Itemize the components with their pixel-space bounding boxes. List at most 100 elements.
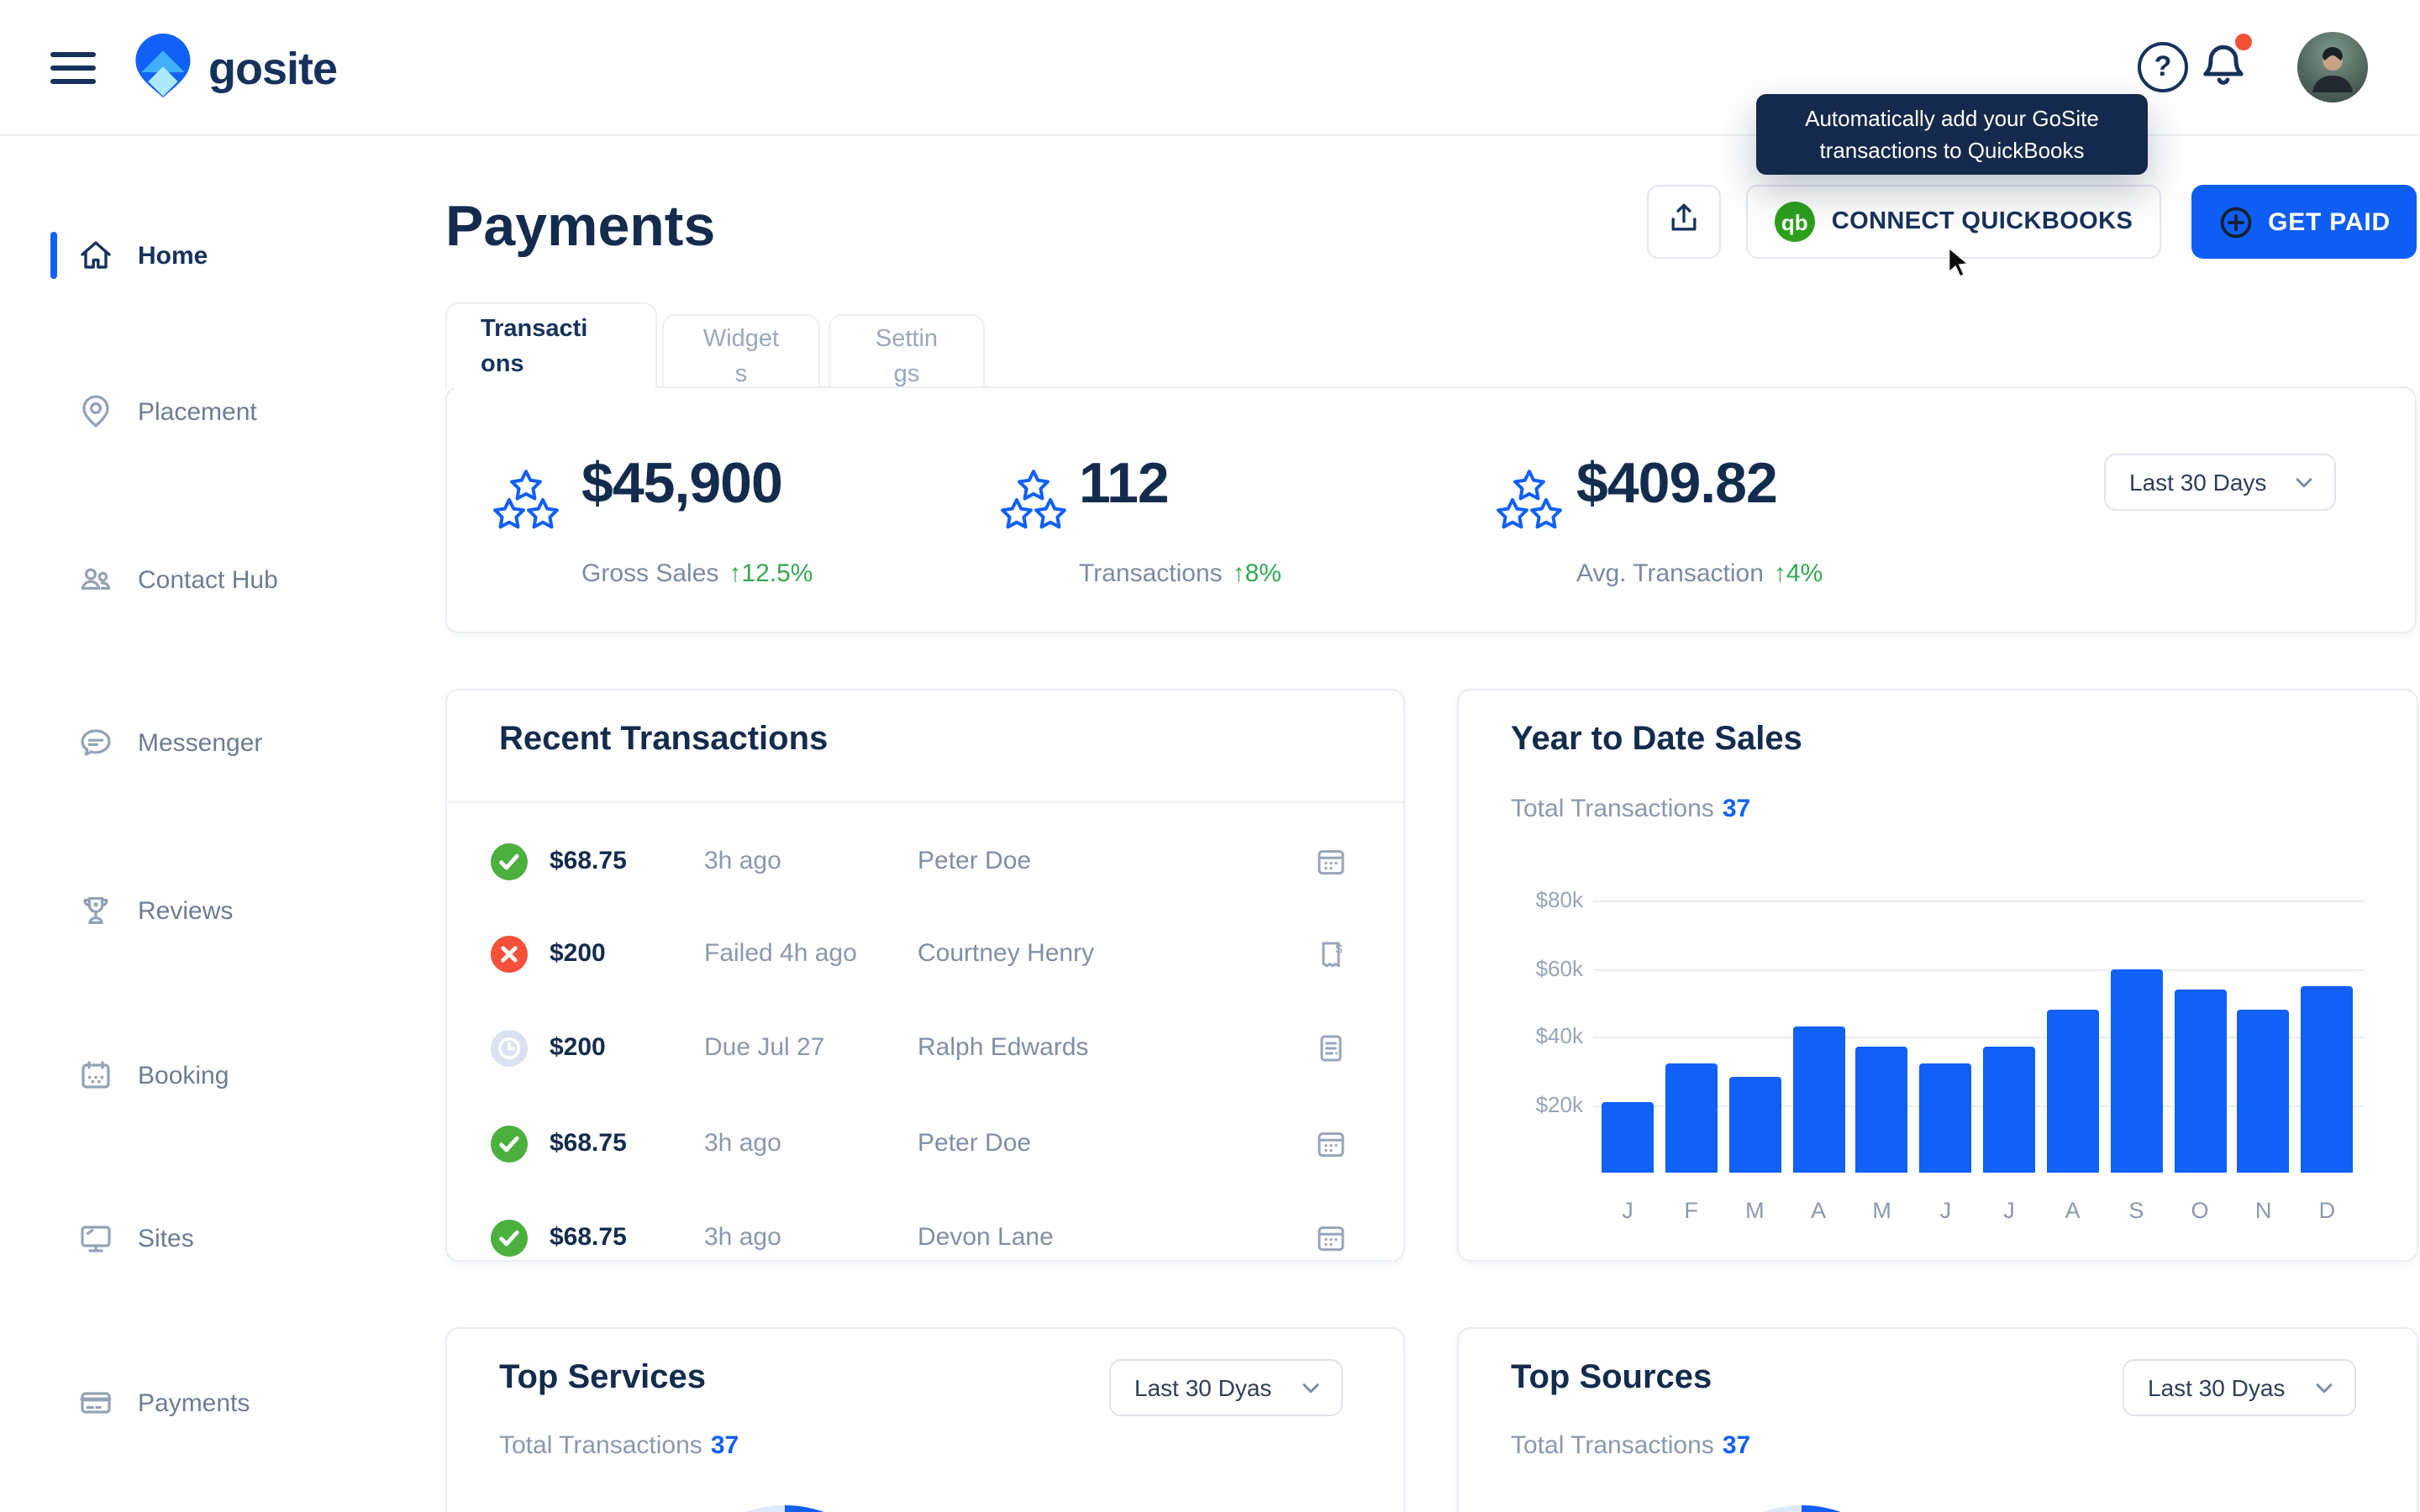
transaction-row[interactable]: $200Failed 4h agoCourtney Henry$ <box>447 926 1403 983</box>
get-paid-button[interactable]: GET PAID <box>2191 185 2417 259</box>
top-services-donut-chart <box>667 1505 902 1512</box>
stars-icon <box>492 469 560 531</box>
sidebar-item-messenger[interactable]: Messenger <box>0 697 353 788</box>
top-services-title: Top Services <box>499 1359 706 1398</box>
stat-label: Gross Sales↑12.5% <box>581 559 813 588</box>
calendar-icon[interactable] <box>1314 845 1348 879</box>
sidebar-item-placement[interactable]: Placement <box>0 366 353 457</box>
stars-icon <box>1496 469 1563 531</box>
gosite-logo[interactable]: gosite <box>134 34 337 106</box>
top-sources-total: Total Transactions37 <box>1511 1431 1750 1460</box>
x-axis-tick: M <box>1849 1198 1915 1223</box>
y-axis-tick: $80k <box>1482 888 1583 913</box>
ytd-title: Year to Date Sales <box>1511 721 1802 759</box>
top-services-period-dropdown[interactable]: Last 30 Dyas <box>1109 1359 1343 1416</box>
bar-A-3 <box>1792 1026 1844 1173</box>
bar-M-4 <box>1856 1047 1908 1173</box>
top-sources-period-dropdown[interactable]: Last 30 Dyas <box>2123 1359 2356 1416</box>
x-axis-tick: J <box>1595 1198 1660 1223</box>
stat-value: $409.82 <box>1576 452 1777 517</box>
contact-hub-icon <box>77 561 114 598</box>
calendar-icon[interactable] <box>1314 1221 1348 1255</box>
transaction-amount: $68.75 <box>550 1129 627 1158</box>
upload-icon <box>1665 199 1702 244</box>
calendar-icon[interactable] <box>1314 1127 1348 1161</box>
gosite-pin-icon <box>134 34 192 106</box>
chevron-down-icon <box>1297 1374 1324 1401</box>
x-axis-tick: A <box>2040 1198 2106 1223</box>
tab-settings[interactable]: Settin gs <box>829 314 985 388</box>
sites-icon <box>77 1220 114 1257</box>
top-sources-card: Top Sources Last 30 Dyas Total Transacti… <box>1457 1327 2418 1512</box>
stat-value: $45,900 <box>581 452 782 517</box>
help-icon[interactable]: ? <box>2138 42 2188 92</box>
notification-dot <box>2235 34 2252 50</box>
up-arrow-icon: ↑ <box>729 559 741 588</box>
transaction-amount: $200 <box>550 939 606 968</box>
pending-clock-icon <box>491 1030 528 1067</box>
transaction-row[interactable]: $68.753h agoDevon Lane <box>447 1210 1403 1267</box>
y-axis-tick: $60k <box>1482 956 1583 981</box>
booking-icon <box>77 1057 114 1094</box>
sidebar-item-booking[interactable]: Booking <box>0 1030 353 1121</box>
x-axis-tick: D <box>2294 1198 2360 1223</box>
x-axis-tick: N <box>2231 1198 2296 1223</box>
mouse-cursor <box>1946 245 1975 289</box>
top-sources-donut-chart <box>1684 1505 1919 1512</box>
success-check-icon <box>491 1126 528 1163</box>
export-button[interactable] <box>1647 185 1721 259</box>
success-check-icon <box>491 1220 528 1257</box>
user-avatar[interactable] <box>2297 32 2368 102</box>
y-axis-tick: $20k <box>1482 1091 1583 1116</box>
transaction-row[interactable]: $68.753h agoPeter Doe <box>447 1116 1403 1173</box>
failed-x-icon <box>491 936 528 973</box>
top-services-total: Total Transactions37 <box>499 1431 739 1460</box>
bar-N-10 <box>2238 1010 2290 1173</box>
top-services-card: Top Services Last 30 Dyas Total Transact… <box>445 1327 1405 1512</box>
svg-text:$: $ <box>1335 942 1343 956</box>
stars-icon <box>1000 469 1067 531</box>
plus-circle-icon <box>2217 204 2253 239</box>
period-selector-dropdown[interactable]: Last 30 Days <box>2104 454 2336 511</box>
tab-transactions[interactable]: Transacti ons <box>445 302 657 388</box>
transaction-amount: $68.75 <box>550 1223 627 1252</box>
sidebar-item-contact-hub[interactable]: Contact Hub <box>0 534 353 625</box>
transaction-customer: Devon Lane <box>918 1223 1054 1252</box>
transaction-time: Failed 4h ago <box>704 939 857 968</box>
sidebar-item-home[interactable]: Home <box>0 210 353 301</box>
gosite-logo-text: gosite <box>208 44 337 96</box>
sidebar-item-sites[interactable]: Sites <box>0 1193 353 1284</box>
bar-J-5 <box>1919 1064 1971 1173</box>
transaction-customer: Peter Doe <box>918 1129 1031 1158</box>
reviews-icon <box>77 892 114 929</box>
home-icon <box>77 237 114 274</box>
bar-D-11 <box>2301 986 2353 1173</box>
bar-J-0 <box>1602 1101 1654 1173</box>
tab-widgets[interactable]: Widget s <box>662 314 820 388</box>
y-axis-tick: $40k <box>1482 1023 1583 1048</box>
x-axis-tick: A <box>1786 1198 1851 1223</box>
year-to-date-sales-card: Year to Date Sales Total Transactions37 … <box>1457 689 2418 1262</box>
messenger-icon <box>77 724 114 761</box>
transaction-customer: Peter Doe <box>918 847 1031 875</box>
transaction-row[interactable]: $200Due Jul 27Ralph Edwards <box>447 1020 1403 1077</box>
transaction-amount: $68.75 <box>550 847 627 875</box>
quickbooks-icon: qb <box>1775 202 1815 242</box>
sidebar-item-reviews[interactable]: Reviews <box>0 865 353 956</box>
transaction-customer: Ralph Edwards <box>918 1033 1088 1062</box>
transaction-row[interactable]: $68.753h agoPeter Doe <box>447 833 1403 890</box>
list-icon[interactable] <box>1314 1032 1348 1065</box>
notifications-bell-icon[interactable] <box>2198 40 2252 94</box>
hamburger-menu-icon[interactable] <box>50 52 96 84</box>
stat-value: 112 <box>1079 452 1169 517</box>
bar-J-6 <box>1983 1047 2035 1173</box>
chevron-down-icon <box>2291 469 2317 496</box>
sidebar-item-payments[interactable]: Payments <box>0 1357 353 1448</box>
invoice-icon[interactable]: $ <box>1314 937 1348 971</box>
chevron-down-icon <box>2311 1374 2338 1401</box>
divider <box>447 801 1403 803</box>
gridline <box>1593 969 2365 971</box>
x-axis-tick: M <box>1722 1198 1787 1223</box>
bar-A-7 <box>2047 1010 2099 1173</box>
x-axis-tick: S <box>2103 1198 2169 1223</box>
